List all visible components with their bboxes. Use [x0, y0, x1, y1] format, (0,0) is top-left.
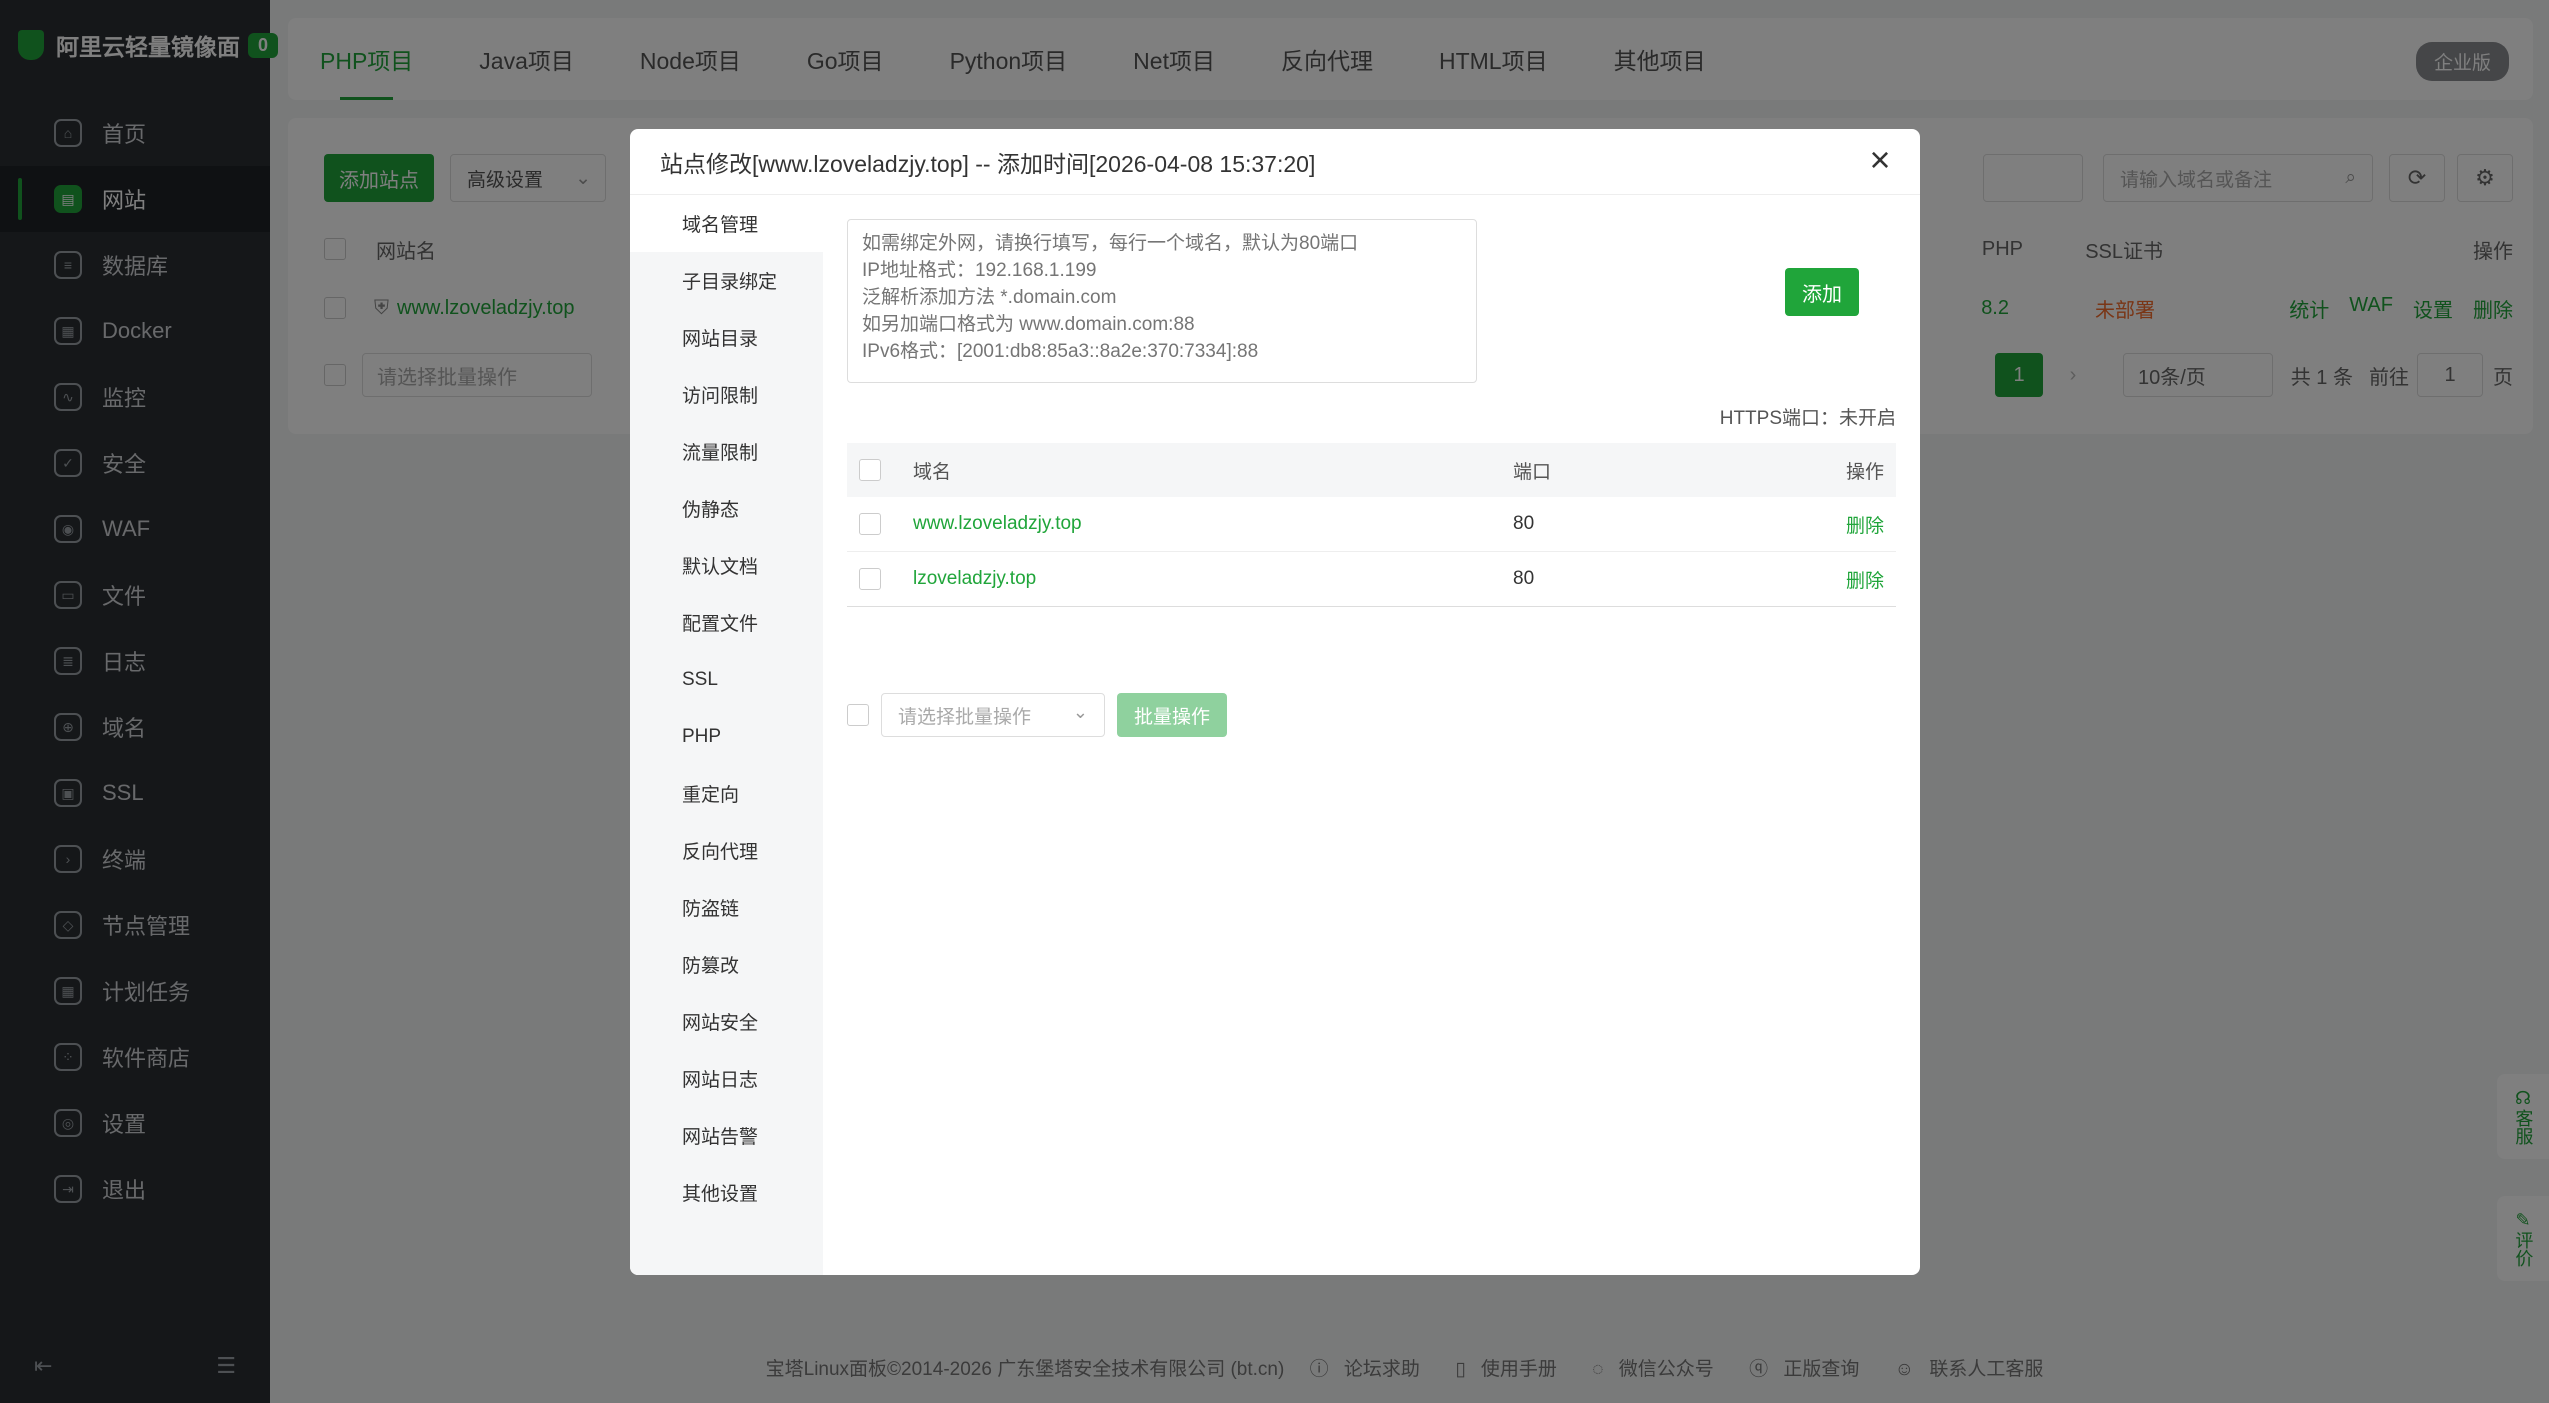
modal-menu-item-13[interactable]: 防篡改 [630, 936, 823, 993]
domain-batch-bar: 请选择批量操作 ⌄ 批量操作 [847, 693, 1227, 737]
modal-side-menu: 域名管理 子目录绑定 网站目录 访问限制 流量限制 伪静态 默认文档 配置文件 SSL PHP 重定… [630, 195, 823, 1275]
chevron-down-icon: ⌄ [1072, 702, 1088, 722]
domain-textarea[interactable] [847, 219, 1477, 383]
domain-port: 80 [1513, 513, 1535, 534]
modal-header: 站点修改[www.lzoveladzjy.top] -- 添加时间[2026-0… [630, 129, 1920, 195]
modal-menu-item-9[interactable]: PHP [630, 708, 823, 765]
table-row: www.lzoveladzjy.top 80 删除 [847, 497, 1896, 552]
select-all-domains-checkbox[interactable] [859, 459, 881, 481]
domain-management-panel: 添加 HTTPS端口：未开启 域名 端口 操作 www.lzoveladzjy.… [823, 195, 1920, 1275]
domain-port: 80 [1513, 568, 1535, 589]
modal-menu-item-0[interactable]: 域名管理 [630, 195, 823, 252]
modal-menu-item-12[interactable]: 防盗链 [630, 879, 823, 936]
modal-menu-item-11[interactable]: 反向代理 [630, 822, 823, 879]
modal-menu-item-5[interactable]: 伪静态 [630, 480, 823, 537]
col-domain: 域名 [913, 461, 952, 483]
close-icon[interactable]: × [1862, 142, 1898, 179]
modal-menu-item-10[interactable]: 重定向 [630, 765, 823, 822]
modal-menu-item-17[interactable]: 其他设置 [630, 1164, 823, 1221]
modal-menu-item-7[interactable]: 配置文件 [630, 594, 823, 651]
batch-action-select[interactable]: 请选择批量操作 ⌄ [881, 693, 1105, 737]
row-checkbox[interactable] [859, 568, 881, 590]
modal-menu-item-2[interactable]: 网站目录 [630, 309, 823, 366]
domain-link[interactable]: lzoveladzjy.top [913, 568, 1513, 590]
modal-menu-item-16[interactable]: 网站告警 [630, 1107, 823, 1164]
batch-checkbox[interactable] [847, 704, 869, 726]
domain-link[interactable]: www.lzoveladzjy.top [913, 513, 1513, 535]
site-edit-modal: 站点修改[www.lzoveladzjy.top] -- 添加时间[2026-0… [630, 129, 1920, 1275]
row-checkbox[interactable] [859, 513, 881, 535]
batch-select-placeholder: 请选择批量操作 [898, 706, 1032, 728]
modal-title: 站点修改[www.lzoveladzjy.top] -- 添加时间[2026-0… [660, 150, 1316, 177]
delete-domain-link[interactable]: 删除 [1796, 566, 1896, 593]
batch-action-button[interactable]: 批量操作 [1117, 693, 1227, 737]
delete-domain-link[interactable]: 删除 [1796, 511, 1896, 538]
modal-menu-item-14[interactable]: 网站安全 [630, 993, 823, 1050]
add-domain-button[interactable]: 添加 [1785, 268, 1859, 316]
https-port-status: HTTPS端口：未开启 [1719, 408, 1896, 429]
modal-menu-item-15[interactable]: 网站日志 [630, 1050, 823, 1107]
modal-menu-item-4[interactable]: 流量限制 [630, 423, 823, 480]
col-port: 端口 [1513, 461, 1552, 483]
table-row: lzoveladzjy.top 80 删除 [847, 552, 1896, 607]
domain-table-header: 域名 端口 操作 [847, 443, 1896, 497]
modal-menu-item-1[interactable]: 子目录绑定 [630, 252, 823, 309]
modal-menu-item-3[interactable]: 访问限制 [630, 366, 823, 423]
domain-table: 域名 端口 操作 www.lzoveladzjy.top 80 删除 lzovelad… [847, 443, 1896, 607]
modal-menu-item-8[interactable]: SSL [630, 651, 823, 708]
col-ops: 操作 [1845, 461, 1884, 483]
modal-menu-item-6[interactable]: 默认文档 [630, 537, 823, 594]
